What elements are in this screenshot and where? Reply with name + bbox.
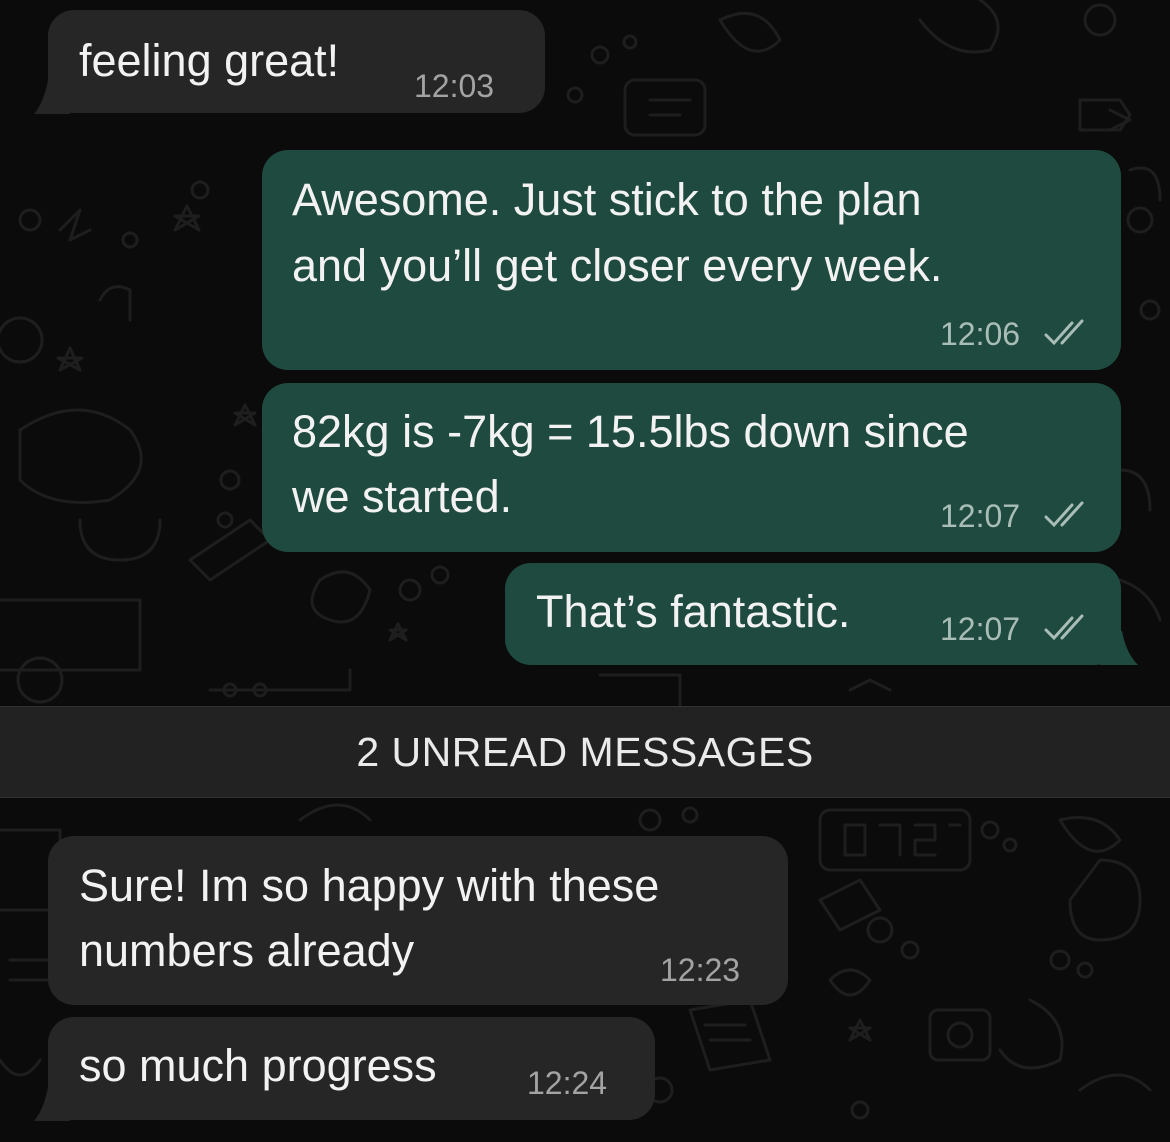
message-timestamp: 12:06 bbox=[940, 316, 1021, 352]
bubble-tail bbox=[34, 1087, 70, 1121]
read-double-check-icon bbox=[1044, 501, 1084, 528]
unread-messages-label: 2 UNREAD MESSAGES bbox=[356, 728, 814, 775]
incoming-message[interactable]: Sure! Im so happy with these 12:23 numbe… bbox=[48, 836, 788, 1005]
message-timestamp: 12:23 bbox=[660, 952, 741, 988]
unread-messages-divider: 2 UNREAD MESSAGES bbox=[0, 706, 1170, 798]
outgoing-message[interactable]: That’s fantastic. 12:07 bbox=[505, 563, 1121, 665]
read-double-check-icon bbox=[1044, 319, 1084, 346]
outgoing-message[interactable]: Awesome. Just stick to the plan and you’… bbox=[262, 150, 1121, 370]
outgoing-message[interactable]: 82kg is -7kg = 15.5lbs down since we sta… bbox=[262, 383, 1121, 552]
message-text: so much progress bbox=[79, 1040, 437, 1091]
chat-view[interactable]: feeling great! 12:03 Awesome. Just stick… bbox=[0, 0, 1170, 1142]
bubble-tail bbox=[34, 80, 70, 114]
message-timestamp: 12:07 bbox=[940, 498, 1021, 534]
incoming-message[interactable]: so much progress 12:24 bbox=[48, 1017, 655, 1120]
message-text-line-1: Awesome. Just stick to the plan bbox=[292, 174, 922, 225]
incoming-message[interactable]: feeling great! 12:03 bbox=[48, 10, 545, 113]
message-text-line-1: 82kg is -7kg = 15.5lbs down since bbox=[292, 406, 969, 457]
bubble-tail bbox=[1100, 631, 1138, 665]
message-text-line-2: and you’ll get closer every week. bbox=[292, 240, 943, 291]
message-text: That’s fantastic. bbox=[536, 586, 851, 637]
read-double-check-icon bbox=[1044, 614, 1084, 641]
message-text: feeling great! bbox=[79, 35, 340, 86]
message-timestamp: 12:07 bbox=[940, 611, 1021, 647]
message-text-line-2: numbers already bbox=[79, 925, 415, 976]
message-timestamp: 12:24 bbox=[527, 1065, 608, 1101]
message-text-line-1: Sure! Im so happy with these bbox=[79, 860, 660, 911]
message-text-line-2: we started. bbox=[292, 471, 513, 522]
message-timestamp: 12:03 bbox=[414, 68, 495, 104]
